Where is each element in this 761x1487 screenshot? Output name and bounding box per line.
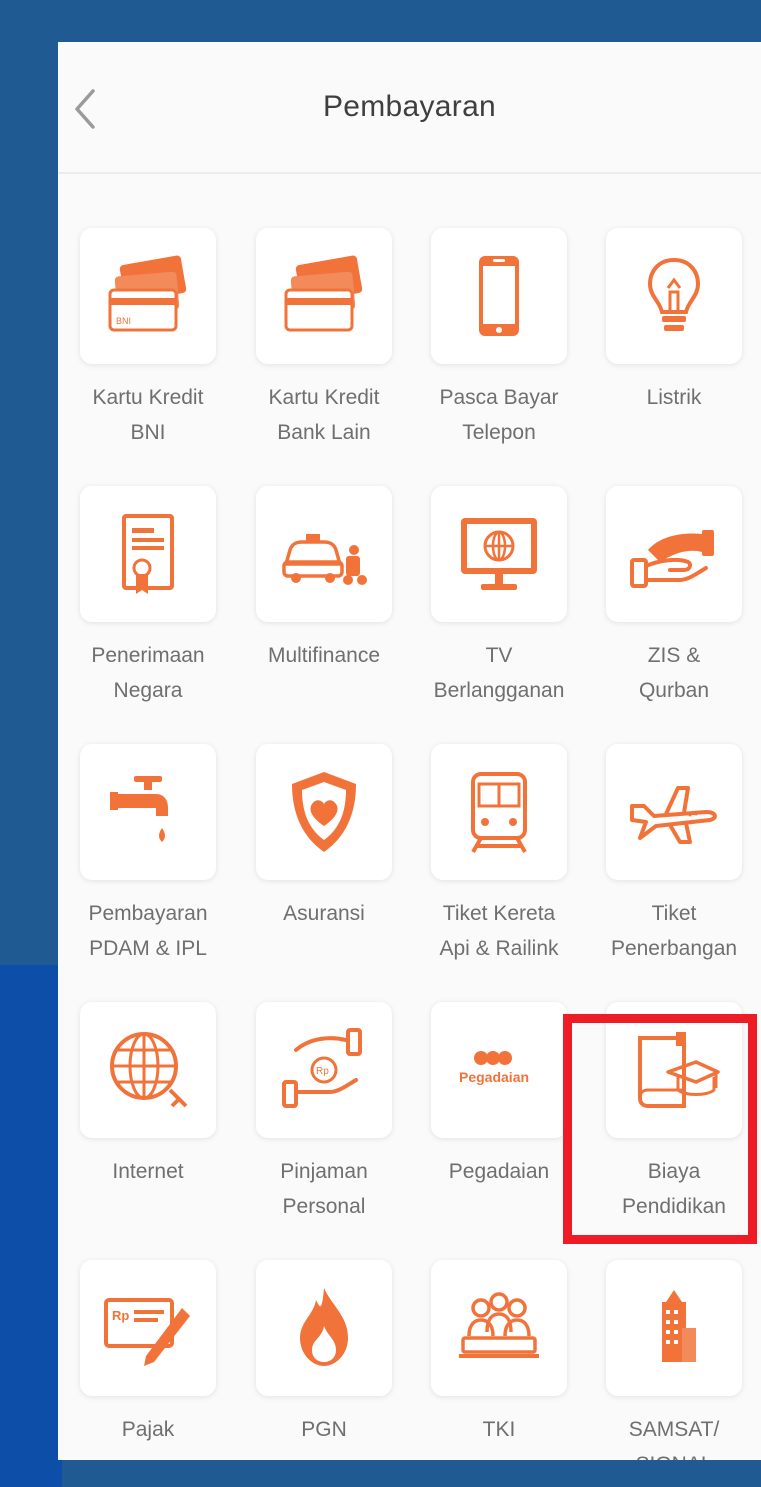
menu-item-pasca-bayar-telepon[interactable]: Pasca Bayar Telepon	[411, 228, 587, 478]
globe-icon	[110, 1032, 188, 1108]
menu-item-pinjaman-personal[interactable]: Rp Pinjaman Personal	[236, 1002, 412, 1252]
menu-item-pegadaian[interactable]: Pegadaian Pegadaian	[411, 1002, 587, 1252]
menu-item-label: Internet	[112, 1160, 184, 1183]
airplane-icon	[630, 786, 717, 844]
menu-item-pembayaran-pdam-ipl[interactable]: Pembayaran PDAM & IPL	[60, 744, 236, 994]
menu-item-label: Kartu Kredit Bank Lain	[268, 386, 380, 444]
tile-box: BNI	[80, 228, 216, 364]
tile-box	[606, 486, 742, 622]
app-header: Pembayaran	[58, 42, 761, 174]
menu-item-label: Pegadaian	[448, 1160, 550, 1183]
train-icon	[471, 772, 527, 853]
smartphone-icon	[479, 256, 519, 336]
svg-text:Rp: Rp	[316, 1066, 329, 1077]
menu-item-tiket-kereta[interactable]: Tiket Kereta Api & Railink	[411, 744, 587, 994]
menu-item-kartu-kredit-bni[interactable]: BNI Kartu Kredit BNI	[60, 228, 236, 478]
tile-box	[431, 744, 567, 880]
menu-item-zis-qurban[interactable]: ZIS & Qurban	[586, 486, 761, 736]
menu-item-label: TV Berlangganan	[433, 644, 565, 702]
menu-item-penerimaan-negara[interactable]: Penerimaan Negara	[60, 486, 236, 736]
shield-heart-icon	[292, 772, 356, 852]
menu-item-label: Tiket Kereta Api & Railink	[439, 902, 559, 960]
tile-box: Rp	[256, 1002, 392, 1138]
menu-item-tki[interactable]: TKI	[411, 1260, 587, 1460]
svg-text:BNI: BNI	[116, 316, 131, 326]
menu-item-label: Multifinance	[267, 644, 381, 667]
building-icon	[662, 1290, 696, 1362]
svg-text:Pegadaian: Pegadaian	[459, 1069, 529, 1085]
tile-box	[606, 228, 742, 364]
tv-icon	[461, 518, 537, 590]
menu-item-asuransi[interactable]: Asuransi	[236, 744, 412, 994]
tile-box: Rp	[80, 1260, 216, 1396]
phone-screen: Pembayaran BNI Kartu Kredit BNI Kartu Kr…	[58, 42, 761, 1460]
tax-form-pen-icon: Rp	[104, 1298, 190, 1366]
certificate-icon	[122, 514, 174, 594]
menu-item-label: Pajak	[121, 1418, 175, 1441]
credit-card-icon	[284, 255, 363, 332]
flame-icon	[300, 1288, 348, 1366]
menu-item-kartu-kredit-bank-lain[interactable]: Kartu Kredit Bank Lain	[236, 228, 412, 478]
tile-box	[80, 486, 216, 622]
credit-card-icon: BNI	[108, 255, 187, 332]
menu-item-samsat-signal[interactable]: SAMSAT/ SIGNAL	[586, 1260, 761, 1460]
tile-box	[80, 1002, 216, 1138]
tile-box	[606, 744, 742, 880]
hand-coin-icon: Rp	[282, 1028, 362, 1108]
menu-item-label: Pinjaman Personal	[280, 1160, 368, 1218]
tile-box	[256, 486, 392, 622]
faucet-icon	[110, 776, 168, 842]
tile-box	[431, 486, 567, 622]
tile-box	[431, 1260, 567, 1396]
background-panel	[0, 965, 62, 1487]
car-motorbike-icon	[282, 534, 367, 585]
highlight-box	[563, 1014, 757, 1244]
menu-item-label: Tiket Penerbangan	[610, 902, 738, 960]
menu-item-label: Kartu Kredit BNI	[92, 386, 204, 444]
menu-item-internet[interactable]: Internet	[60, 1002, 236, 1252]
menu-item-pgn[interactable]: PGN	[236, 1260, 412, 1460]
tile-box	[256, 228, 392, 364]
page-title: Pembayaran	[322, 90, 497, 123]
menu-item-tv-berlangganan[interactable]: TV Berlangganan	[411, 486, 587, 736]
workers-icon	[459, 1292, 539, 1358]
menu-item-label: Pembayaran PDAM & IPL	[88, 902, 208, 960]
tile-box	[256, 744, 392, 880]
menu-item-label: TKI	[482, 1418, 516, 1441]
tile-box	[80, 744, 216, 880]
menu-item-listrik[interactable]: Listrik	[586, 228, 761, 478]
hand-giving-icon	[630, 530, 714, 588]
menu-item-label: Pasca Bayar Telepon	[439, 386, 559, 444]
tile-box: Pegadaian	[431, 1002, 567, 1138]
tile-box	[606, 1260, 742, 1396]
tile-box	[256, 1260, 392, 1396]
menu-item-multifinance[interactable]: Multifinance	[236, 486, 412, 736]
menu-item-label: PGN	[301, 1418, 347, 1441]
menu-item-label: Penerimaan Negara	[91, 644, 205, 702]
menu-item-label: SAMSAT/ SIGNAL	[628, 1418, 720, 1460]
tile-box	[431, 228, 567, 364]
menu-item-pajak[interactable]: Rp Pajak	[60, 1260, 236, 1460]
menu-item-label: Listrik	[646, 386, 702, 409]
svg-text:Rp: Rp	[112, 1308, 129, 1323]
menu-item-tiket-penerbangan[interactable]: Tiket Penerbangan	[586, 744, 761, 994]
menu-item-label: Asuransi	[283, 902, 365, 925]
menu-item-label: ZIS & Qurban	[638, 644, 710, 702]
pegadaian-logo: Pegadaian	[459, 1051, 529, 1085]
lightbulb-icon	[647, 257, 701, 331]
